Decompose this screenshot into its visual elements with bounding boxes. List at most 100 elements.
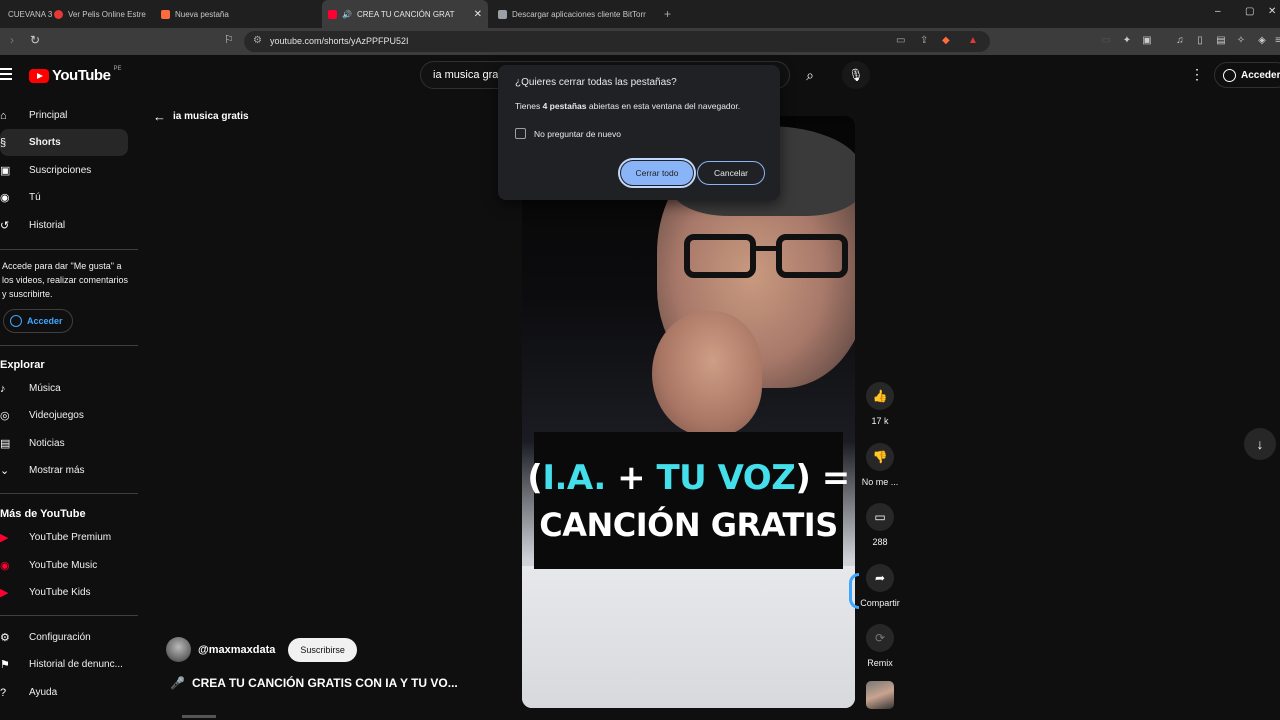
maximize-button[interactable]: ▢ bbox=[1245, 6, 1254, 17]
channel-info: @maxmaxdata Suscribirse bbox=[166, 637, 357, 662]
video-caption-overlay: (I.A. + TU VOZ) = CANCIÓN GRATIS bbox=[527, 432, 850, 569]
extension-icon[interactable]: ▭ bbox=[1100, 35, 1112, 47]
sidebar-item-home[interactable]: ⌂ Principal bbox=[0, 102, 128, 129]
sidebar-item-show-more[interactable]: ⌄ Mostrar más bbox=[0, 457, 128, 484]
audio-source-thumbnail[interactable] bbox=[866, 681, 894, 709]
tab-title: CUEVANA 3 bbox=[8, 9, 53, 19]
logo-wordmark: YouTube bbox=[52, 67, 111, 84]
sidebar-item-you[interactable]: ◉ Tú bbox=[0, 184, 128, 211]
sidebar-toggle-icon[interactable]: ▯ bbox=[1194, 35, 1206, 47]
sidebar-item-settings[interactable]: ⚙ Configuración bbox=[0, 624, 128, 651]
arrow-left-icon: ← bbox=[153, 109, 166, 124]
you-icon: ◉ bbox=[0, 192, 10, 204]
tab-favicon-icon bbox=[498, 9, 507, 19]
sign-in-button[interactable]: Acceder bbox=[1214, 62, 1280, 88]
sidebar-item-history[interactable]: ↺ Historial bbox=[0, 212, 128, 239]
tab-close-icon[interactable]: ✕ bbox=[474, 9, 482, 20]
minimize-button[interactable]: – bbox=[1215, 6, 1221, 17]
account-icon bbox=[1223, 68, 1236, 82]
share-button[interactable]: ➦ Compartir bbox=[858, 564, 902, 608]
sidebar-item-label: Historial de denunc... bbox=[29, 659, 123, 670]
share-icon: ➦ bbox=[866, 564, 894, 592]
flag-icon: ⚑ bbox=[0, 659, 10, 671]
sidebar-sign-in-button[interactable]: Acceder bbox=[3, 309, 73, 333]
video-frame-glasses bbox=[684, 234, 854, 282]
brave-shields-icon[interactable]: ◆ bbox=[942, 35, 950, 46]
sidebar-item-report-history[interactable]: ⚑ Historial de denunc... bbox=[0, 651, 128, 678]
bookmark-icon[interactable]: ⚐ bbox=[224, 33, 234, 46]
sidebar-item-music[interactable]: ♪ Música bbox=[0, 375, 128, 402]
address-bar[interactable]: ⚙ youtube.com/shorts/yAzPPFPU52I ▭ ⇪ ◆ ▲ bbox=[244, 31, 990, 52]
tab-search-icon[interactable]: ▣ bbox=[1141, 35, 1153, 47]
browser-tab[interactable]: Ver Pelis Online Estre bbox=[48, 0, 148, 28]
sidebar-item-label: YouTube Music bbox=[29, 560, 98, 571]
sidebar-item-youtube-music[interactable]: ◉ YouTube Music bbox=[0, 552, 128, 579]
close-window-button[interactable]: ✕ bbox=[1268, 6, 1276, 17]
sidebar-divider bbox=[0, 615, 138, 616]
comment-icon: ▭ bbox=[866, 503, 894, 531]
checkbox-icon[interactable] bbox=[515, 128, 526, 139]
audio-playing-icon[interactable]: 🔊 bbox=[342, 10, 352, 19]
tab-title: Nueva pestaña bbox=[175, 9, 229, 19]
voice-search-button[interactable]: 🎙 bbox=[842, 61, 870, 89]
microphone-icon: 🎤 bbox=[170, 676, 185, 690]
browser-tab[interactable]: Descargar aplicaciones cliente BitTorr bbox=[492, 0, 658, 28]
leo-ai-icon[interactable]: ✧ bbox=[1235, 35, 1247, 47]
search-button[interactable]: ⌕ bbox=[790, 61, 830, 89]
sidebar-item-news[interactable]: ▤ Noticias bbox=[0, 430, 128, 457]
sidebar-item-shorts[interactable]: § Shorts bbox=[0, 129, 128, 156]
sidebar-item-label: Configuración bbox=[29, 632, 91, 643]
like-count: 17 k bbox=[871, 416, 889, 426]
back-to-search-link[interactable]: ← ia musica gratis bbox=[153, 109, 249, 124]
close-all-button[interactable]: Cerrar todo bbox=[618, 158, 696, 188]
extensions-puzzle-icon[interactable]: ✦ bbox=[1121, 35, 1133, 47]
like-button[interactable]: 👍 17 k bbox=[858, 382, 902, 426]
sidebar-section-title: Explorar bbox=[0, 359, 45, 371]
wallet-icon[interactable]: ▤ bbox=[1215, 35, 1227, 47]
video-progress-bar[interactable] bbox=[182, 715, 216, 718]
browser-tab[interactable]: Nueva pestaña bbox=[155, 0, 315, 28]
remix-button[interactable]: ⟳ Remix bbox=[858, 624, 902, 668]
video-title[interactable]: 🎤 CREA TU CANCIÓN GRATIS CON IA Y TU VO.… bbox=[170, 676, 458, 690]
share-page-icon[interactable]: ⇪ bbox=[920, 35, 928, 46]
sidebar-item-label: Videojuegos bbox=[29, 410, 84, 421]
home-icon: ⌂ bbox=[0, 109, 7, 122]
cast-icon[interactable]: ▭ bbox=[896, 35, 905, 46]
new-tab-button[interactable]: + bbox=[664, 7, 671, 21]
sidebar-signin-message: Accede para dar "Me gusta" a los videos,… bbox=[2, 261, 129, 299]
hamburger-menu-icon[interactable] bbox=[0, 68, 12, 83]
sidebar-item-label: Noticias bbox=[29, 438, 65, 449]
forward-icon[interactable]: › bbox=[10, 33, 14, 47]
reload-icon[interactable]: ↻ bbox=[30, 33, 40, 47]
tab-title: CREA TU CANCIÓN GRAT bbox=[356, 9, 455, 19]
dislike-button[interactable]: 👎 No me ... bbox=[858, 443, 902, 487]
media-icon[interactable]: ♫ bbox=[1174, 35, 1186, 47]
video-frame-hand bbox=[652, 311, 762, 436]
youtube-logo[interactable]: YouTube PE bbox=[29, 65, 122, 84]
browser-tab-active[interactable]: 🔊 CREA TU CANCIÓN GRAT ✕ bbox=[322, 0, 488, 28]
sidebar-item-youtube-premium[interactable]: ▶ YouTube Premium bbox=[0, 524, 128, 551]
brave-rewards-icon[interactable]: ▲ bbox=[968, 35, 978, 46]
cancel-button[interactable]: Cancelar bbox=[697, 161, 765, 185]
url-text[interactable]: youtube.com/shorts/yAzPPFPU52I bbox=[270, 36, 409, 46]
sidebar-item-subscriptions[interactable]: ▣ Suscripciones bbox=[0, 157, 128, 184]
vpn-icon[interactable]: ◈ bbox=[1256, 35, 1268, 47]
history-icon: ↺ bbox=[0, 220, 10, 232]
subscribe-button[interactable]: Suscribirse bbox=[288, 637, 357, 662]
sidebar-item-gaming[interactable]: ◎ Videojuegos bbox=[0, 402, 128, 429]
youtube-premium-icon: ▶ bbox=[0, 532, 9, 544]
sidebar-item-youtube-kids[interactable]: ▶ YouTube Kids bbox=[0, 579, 128, 606]
dont-ask-again-checkbox[interactable]: No preguntar de nuevo bbox=[515, 128, 621, 139]
sidebar-item-label: YouTube Kids bbox=[29, 587, 91, 598]
caption-line-1: (I.A. + TU VOZ) = bbox=[527, 457, 850, 498]
avatar[interactable] bbox=[166, 637, 191, 662]
logo-country-code: PE bbox=[113, 65, 122, 72]
settings-more-icon[interactable]: ⋮ bbox=[1190, 66, 1204, 83]
menu-icon[interactable]: ≡ bbox=[1272, 35, 1280, 47]
shorts-video-player[interactable]: (I.A. + TU VOZ) = CANCIÓN GRATIS bbox=[522, 116, 855, 708]
channel-handle[interactable]: @maxmaxdata bbox=[198, 644, 275, 656]
next-short-button[interactable]: ↓ bbox=[1244, 428, 1276, 460]
sidebar-item-help[interactable]: ? Ayuda bbox=[0, 679, 128, 706]
comments-button[interactable]: ▭ 288 bbox=[858, 503, 902, 547]
site-info-icon[interactable]: ⚙ bbox=[253, 35, 262, 46]
